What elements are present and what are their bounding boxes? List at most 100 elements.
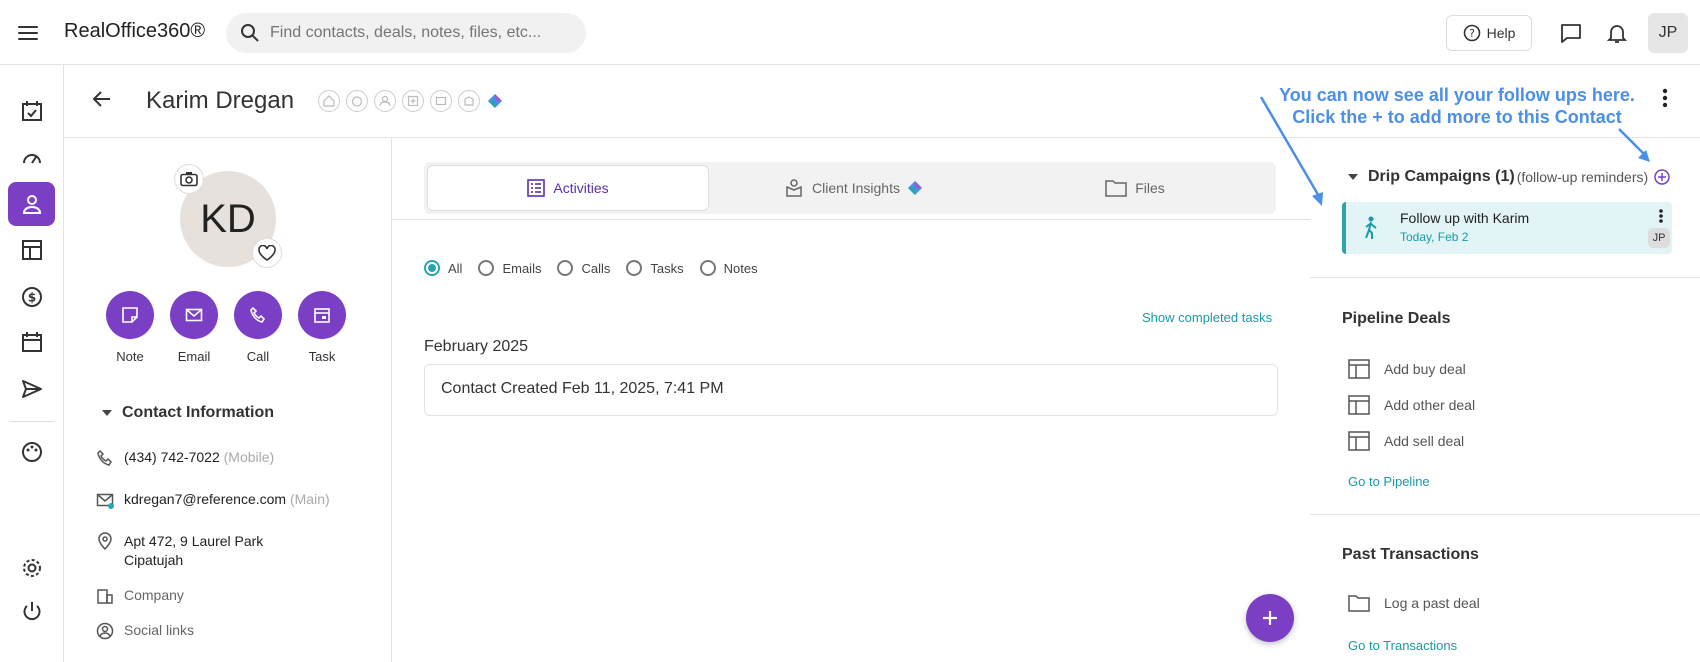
- phone-number[interactable]: (434) 742-7022: [124, 449, 220, 465]
- filter-calls[interactable]: Calls: [557, 260, 610, 276]
- add-other-deal-label: Add other deal: [1384, 397, 1476, 413]
- camera-icon[interactable]: [174, 164, 204, 194]
- call-action[interactable]: Call: [226, 291, 290, 364]
- calendar-icon[interactable]: [8, 320, 55, 364]
- section-divider: [1310, 277, 1700, 278]
- nav-divider: [10, 421, 54, 422]
- drip-title: Drip Campaigns (1): [1368, 168, 1515, 185]
- drip-card-user: JP: [1648, 228, 1670, 248]
- chat-icon[interactable]: [1558, 20, 1584, 46]
- email-action[interactable]: Email: [162, 291, 226, 364]
- task-label: Task: [308, 349, 336, 364]
- filter-all-label: All: [448, 260, 463, 276]
- list-icon: [527, 179, 546, 197]
- email-address[interactable]: kdregan7@reference.com: [124, 491, 286, 507]
- contact-info-title: Contact Information: [122, 404, 274, 421]
- help-button[interactable]: ? Help: [1446, 15, 1532, 51]
- email-row[interactable]: kdregan7@reference.com (Main): [96, 491, 330, 509]
- tab-files[interactable]: Files: [997, 165, 1273, 211]
- building-icon[interactable]: [458, 90, 480, 112]
- radio[interactable]: [478, 260, 495, 276]
- filter-tasks[interactable]: Tasks: [626, 260, 684, 276]
- drip-subtitle: (follow-up reminders): [1516, 169, 1649, 185]
- log-past-deal[interactable]: Log a past deal: [1348, 594, 1480, 612]
- contact-info-header[interactable]: Contact Information: [102, 404, 274, 422]
- alarm-icon[interactable]: [346, 90, 368, 112]
- people-icon[interactable]: [374, 90, 396, 112]
- radio[interactable]: [699, 260, 716, 276]
- settings-icon[interactable]: [8, 546, 55, 590]
- heart-icon[interactable]: [252, 238, 282, 268]
- pipeline-title: Pipeline Deals: [1342, 310, 1451, 327]
- company-row[interactable]: Company: [96, 587, 184, 605]
- address-row[interactable]: Apt 472, 9 Laurel Park Cipatujah: [96, 532, 263, 570]
- go-to-transactions-link[interactable]: Go to Transactions: [1348, 638, 1457, 653]
- home-icon[interactable]: [318, 90, 340, 112]
- tab-client-insights-label: Client Insights: [812, 180, 900, 196]
- more-options-icon[interactable]: [1662, 87, 1668, 114]
- log-past-deal-label: Log a past deal: [1384, 595, 1480, 611]
- tabs-divider: [392, 219, 1310, 220]
- search-bar[interactable]: [226, 13, 586, 53]
- menu-icon[interactable]: [18, 20, 44, 46]
- left-nav: $: [0, 65, 64, 662]
- note-icon[interactable]: [106, 291, 154, 339]
- add-buy-deal-label: Add buy deal: [1384, 361, 1466, 377]
- go-to-pipeline-link[interactable]: Go to Pipeline: [1348, 474, 1430, 489]
- radio[interactable]: [626, 260, 643, 276]
- dollar-icon[interactable]: $: [8, 275, 55, 319]
- radio[interactable]: [557, 260, 574, 276]
- sidebar-right: Drip Campaigns (1) (follow-up reminders)…: [1310, 138, 1700, 662]
- add-other-deal[interactable]: Add other deal: [1348, 395, 1475, 415]
- add-sell-deal[interactable]: Add sell deal: [1348, 431, 1464, 451]
- bell-icon[interactable]: [1604, 20, 1630, 46]
- radio-selected[interactable]: [424, 260, 440, 276]
- phone-row[interactable]: (434) 742-7022 (Mobile): [96, 449, 274, 467]
- drip-campaigns-header[interactable]: Drip Campaigns (1) (follow-up reminders): [1348, 168, 1648, 186]
- search-input[interactable]: [270, 24, 570, 42]
- power-icon[interactable]: [8, 589, 55, 633]
- dashboard-icon[interactable]: [8, 136, 55, 180]
- task-action[interactable]: Task: [290, 291, 354, 364]
- social-row[interactable]: Social links: [96, 622, 194, 640]
- email-icon[interactable]: [170, 291, 218, 339]
- tab-activities[interactable]: Activities: [427, 165, 709, 211]
- note-action[interactable]: Note: [98, 291, 162, 364]
- help-icon: ?: [1463, 24, 1480, 42]
- add-buy-deal[interactable]: Add buy deal: [1348, 359, 1466, 379]
- plus-box-icon[interactable]: [402, 90, 424, 112]
- insights-icon: [786, 179, 802, 197]
- filter-notes[interactable]: Notes: [699, 260, 758, 276]
- contact-status-icons: [318, 90, 504, 112]
- filter-tasks-label: Tasks: [650, 260, 684, 276]
- address-line-2: Cipatujah: [124, 552, 184, 568]
- user-avatar[interactable]: JP: [1648, 13, 1688, 53]
- table-icon: [1348, 395, 1370, 415]
- company-icon: [97, 589, 113, 604]
- card-icon[interactable]: [430, 90, 452, 112]
- ai-diamond-icon[interactable]: [486, 92, 504, 110]
- add-fab-button[interactable]: [1246, 594, 1294, 642]
- palette-icon[interactable]: [8, 430, 55, 474]
- table-icon: [1348, 431, 1370, 451]
- phone-icon[interactable]: [234, 291, 282, 339]
- back-arrow-icon[interactable]: [92, 89, 112, 114]
- tasks-icon[interactable]: [8, 89, 55, 133]
- task-icon[interactable]: [298, 291, 346, 339]
- call-label: Call: [246, 349, 270, 364]
- tab-activities-label: Activities: [553, 180, 609, 196]
- drip-card-title: Follow up with Karim: [1400, 210, 1530, 226]
- tab-client-insights[interactable]: Client Insights: [712, 165, 994, 211]
- show-completed-link[interactable]: Show completed tasks: [1142, 310, 1272, 325]
- pipeline-icon[interactable]: [8, 228, 55, 272]
- drip-campaign-card[interactable]: Follow up with Karim Today, Feb 2 JP: [1342, 202, 1672, 254]
- svg-text:$: $: [27, 291, 35, 305]
- filter-emails[interactable]: Emails: [478, 260, 541, 276]
- folder-icon: [1105, 180, 1127, 197]
- filter-all[interactable]: All: [424, 260, 462, 276]
- brand-logo[interactable]: RealOffice360®: [64, 20, 205, 43]
- contacts-icon[interactable]: [8, 182, 55, 226]
- send-icon[interactable]: [8, 367, 55, 411]
- add-drip-icon[interactable]: [1654, 169, 1670, 190]
- drip-card-menu-icon[interactable]: [1658, 208, 1664, 229]
